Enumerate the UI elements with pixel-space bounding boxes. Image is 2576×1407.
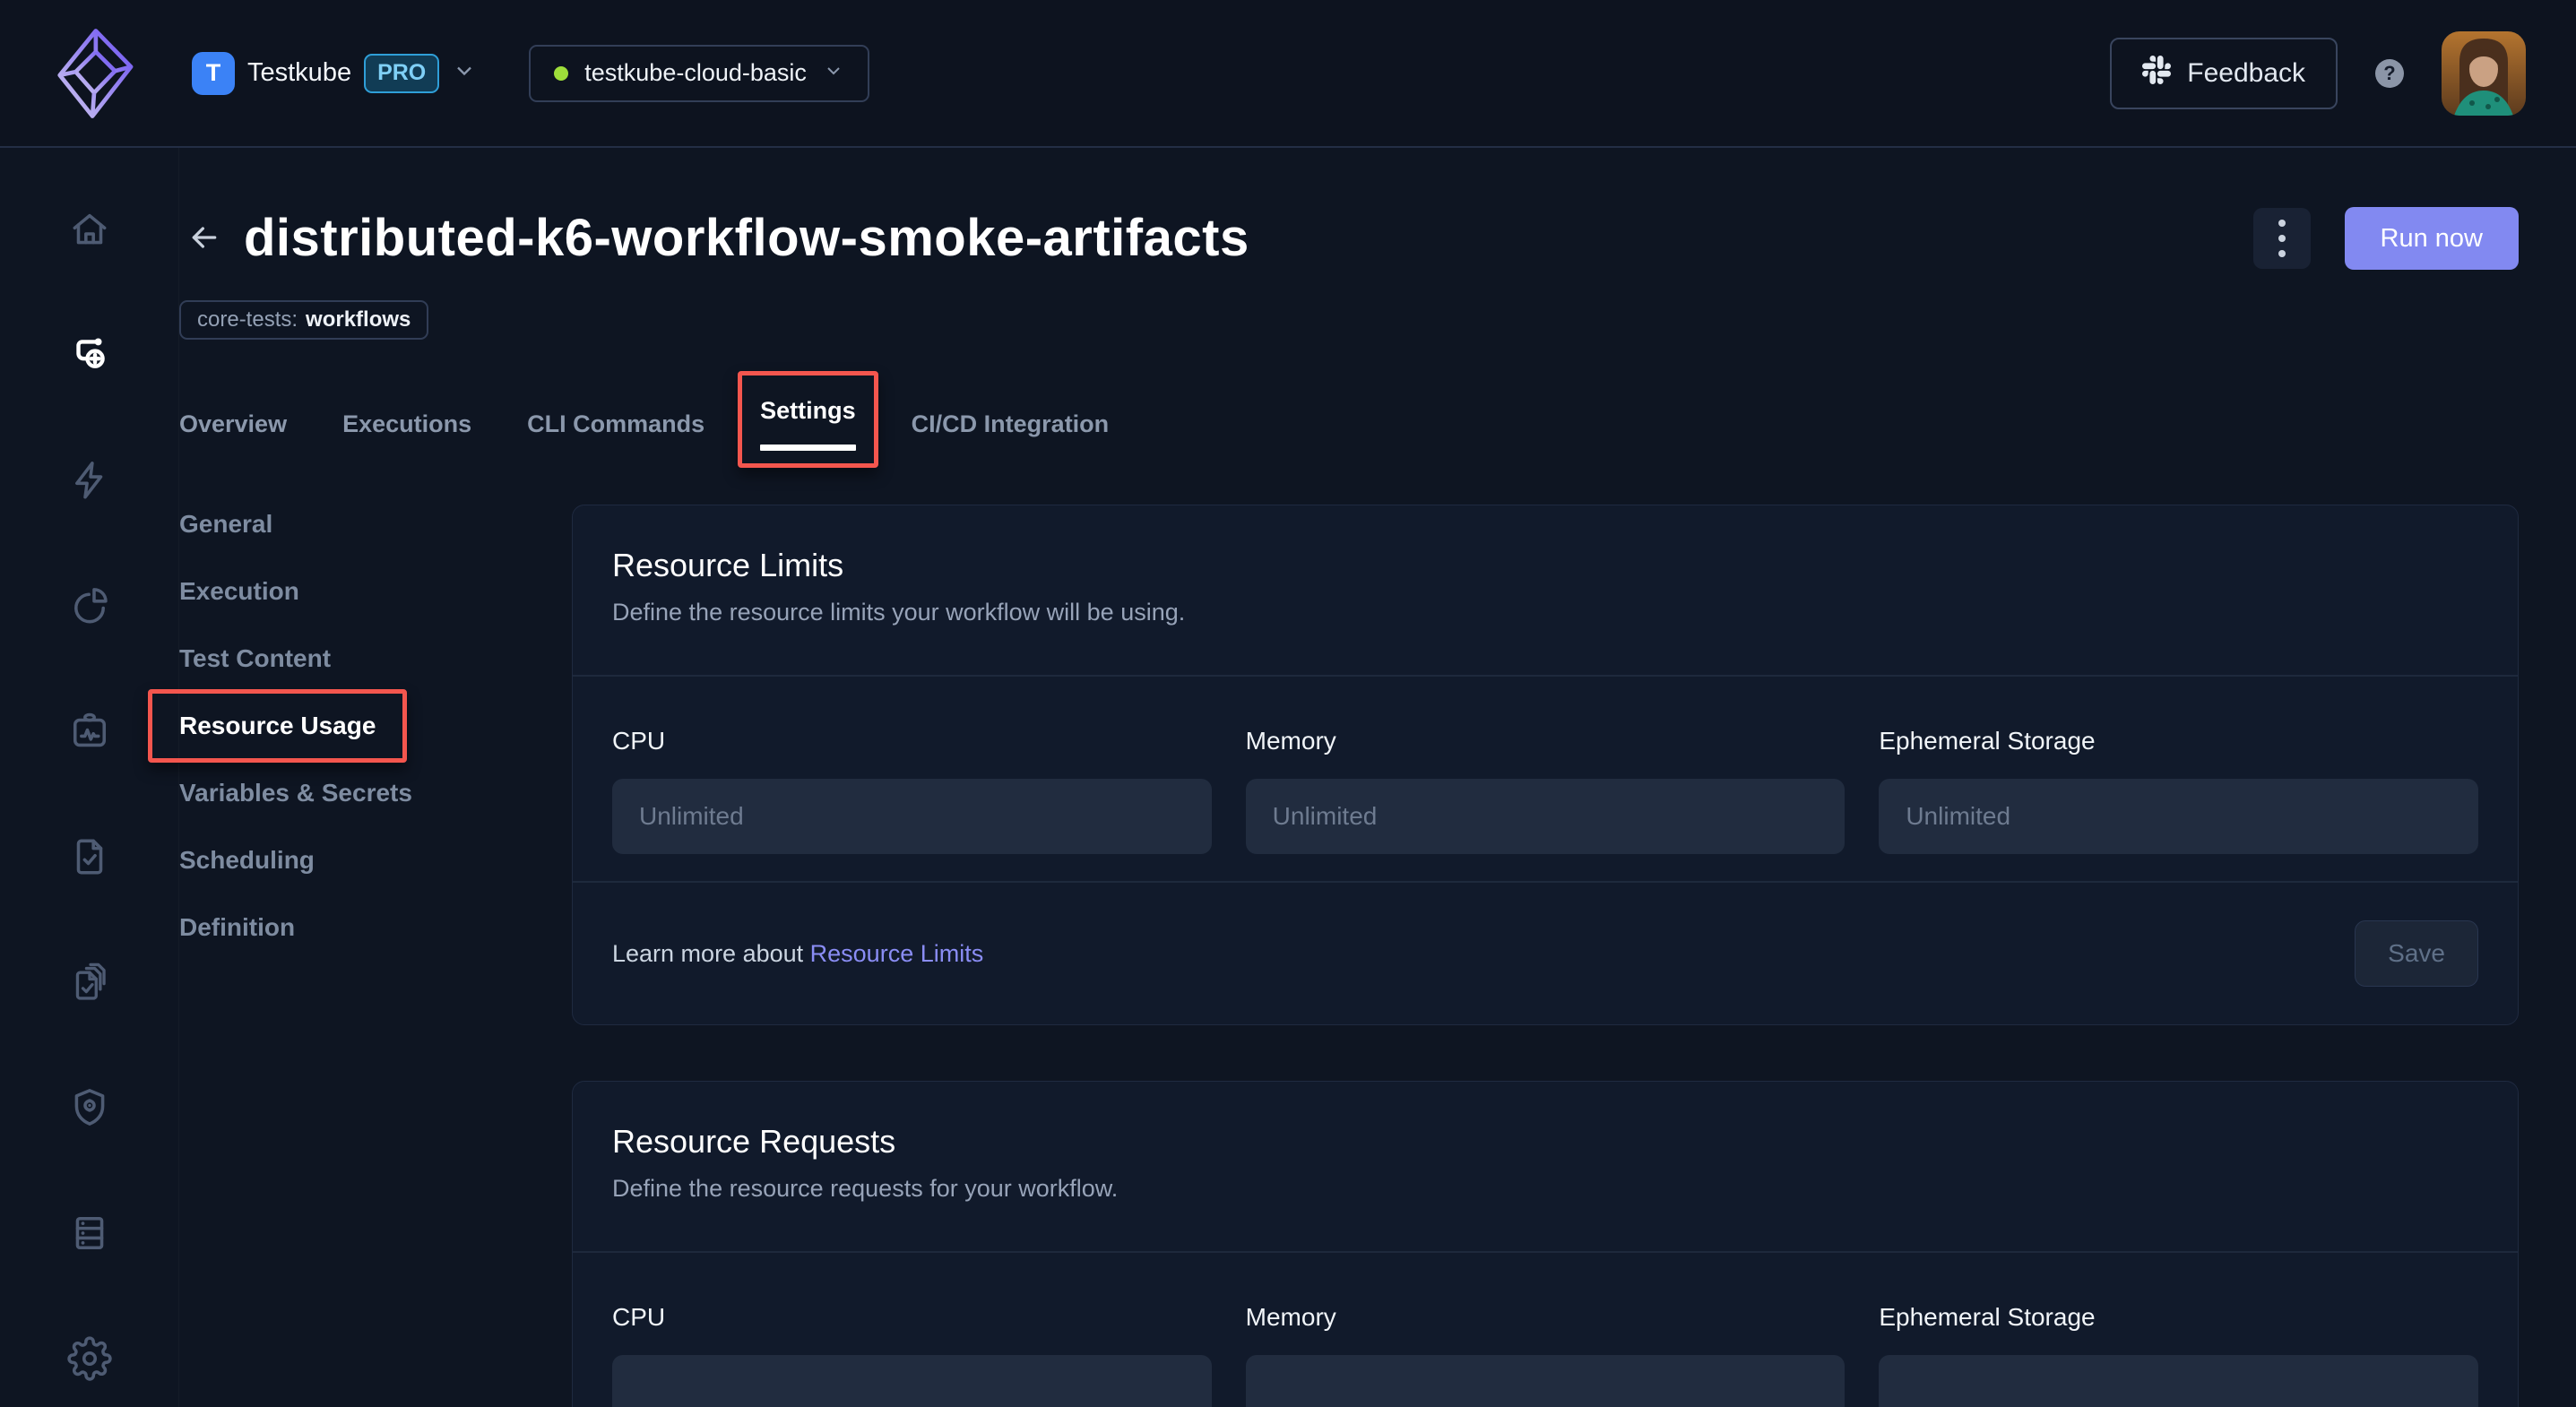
ephemeral-storage-field-group: Ephemeral Storage — [1879, 727, 2478, 854]
cpu-field-group: CPU — [612, 1303, 1212, 1407]
label-value: workflows — [306, 307, 411, 332]
slack-icon — [2142, 56, 2171, 91]
main-content: distributed-k6-workflow-smoke-artifacts … — [179, 148, 2576, 1407]
topbar: T Testkube PRO testkube-cloud-basic — [0, 0, 2576, 148]
user-avatar[interactable] — [2442, 31, 2526, 116]
resource-limits-link[interactable]: Resource Limits — [810, 940, 984, 967]
help-icon[interactable]: ? — [2375, 59, 2404, 88]
tab-cicd-integration[interactable]: CI/CD Integration — [912, 410, 1110, 438]
label-badge: core-tests: workflows — [179, 300, 428, 340]
server-rack-icon[interactable] — [67, 1211, 112, 1256]
cpu-label: CPU — [612, 727, 1212, 755]
card-header: Resource Requests Define the resource re… — [573, 1082, 2518, 1251]
topbar-right: Feedback ? — [2110, 31, 2526, 116]
active-tab-underline — [760, 445, 856, 451]
feedback-button[interactable]: Feedback — [2110, 38, 2338, 109]
cards-column: Resource Limits Define the resource limi… — [572, 505, 2519, 1407]
tab-settings[interactable]: Settings — [760, 397, 856, 425]
tab-cli-commands[interactable]: CLI Commands — [527, 410, 705, 438]
ephemeral-storage-limit-input[interactable] — [1879, 779, 2478, 854]
org-name: Testkube — [247, 58, 351, 88]
settings-nav-execution[interactable]: Execution — [179, 577, 299, 606]
feedback-label: Feedback — [2187, 58, 2305, 89]
memory-label: Memory — [1246, 727, 1846, 755]
ephemeral-storage-label: Ephemeral Storage — [1879, 727, 2478, 755]
settings-nav-test-content[interactable]: Test Content — [179, 644, 331, 673]
card-header: Resource Limits Define the resource limi… — [573, 505, 2518, 675]
settings-nav: General Execution Test Content Resource … — [179, 505, 572, 1407]
card-title: Resource Limits — [612, 547, 2478, 584]
pro-badge: PRO — [364, 54, 439, 93]
settings-nav-variables-secrets[interactable]: Variables & Secrets — [179, 779, 412, 807]
memory-field-group: Memory — [1246, 1303, 1846, 1407]
card-description: Define the resource limits your workflow… — [612, 599, 2478, 626]
kebab-icon — [2278, 220, 2286, 227]
environment-selector[interactable]: testkube-cloud-basic — [529, 45, 869, 102]
chevron-down-icon — [823, 60, 844, 86]
status-dot-icon — [554, 66, 568, 81]
arrow-left-icon — [186, 220, 222, 258]
annotation-box-resource-usage: Resource Usage — [148, 689, 407, 763]
save-button[interactable]: Save — [2355, 920, 2478, 987]
cpu-field-group: CPU — [612, 727, 1212, 854]
lightning-icon[interactable] — [67, 458, 112, 503]
resource-limits-card: Resource Limits Define the resource limi… — [572, 505, 2519, 1025]
memory-label: Memory — [1246, 1303, 1846, 1332]
annotation-box-settings-tab: Settings — [738, 371, 878, 468]
shield-gear-icon[interactable] — [67, 1085, 112, 1130]
pie-chart-icon[interactable] — [67, 583, 112, 628]
back-button[interactable] — [185, 219, 224, 258]
tab-executions[interactable]: Executions — [342, 410, 471, 438]
learn-more-text: Learn more about Resource Limits — [612, 940, 983, 968]
chevron-down-icon — [452, 58, 477, 88]
workflow-add-icon[interactable] — [67, 332, 112, 377]
card-footer: Learn more about Resource Limits Save — [573, 883, 2518, 1024]
cpu-label: CPU — [612, 1303, 1212, 1332]
org-switcher[interactable]: T Testkube PRO — [192, 52, 477, 95]
gear-icon[interactable] — [67, 1336, 112, 1381]
environment-name: testkube-cloud-basic — [584, 59, 807, 87]
card-description: Define the resource requests for your wo… — [612, 1175, 2478, 1203]
settings-nav-definition[interactable]: Definition — [179, 913, 295, 942]
settings-nav-general[interactable]: General — [179, 510, 272, 539]
org-avatar: T — [192, 52, 235, 95]
app-root: T Testkube PRO testkube-cloud-basic — [0, 0, 2576, 1407]
more-options-button[interactable] — [2253, 208, 2311, 269]
ephemeral-storage-field-group: Ephemeral Storage — [1879, 1303, 2478, 1407]
sidebar — [0, 148, 179, 1407]
help-glyph: ? — [2383, 62, 2395, 85]
ephemeral-storage-request-input[interactable] — [1879, 1355, 2478, 1407]
ephemeral-storage-label: Ephemeral Storage — [1879, 1303, 2478, 1332]
settings-nav-scheduling[interactable]: Scheduling — [179, 846, 315, 875]
home-icon[interactable] — [67, 207, 112, 252]
testkube-logo-icon[interactable] — [41, 21, 147, 126]
card-title: Resource Requests — [612, 1123, 2478, 1161]
documents-stack-icon[interactable] — [67, 960, 112, 1005]
tab-overview[interactable]: Overview — [179, 410, 287, 438]
memory-field-group: Memory — [1246, 727, 1846, 854]
card-fields: CPU Memory Ephemeral Storage — [573, 677, 2518, 881]
resource-requests-card: Resource Requests Define the resource re… — [572, 1081, 2519, 1407]
monitor-pulse-icon[interactable] — [67, 709, 112, 754]
tabs-bar: Overview Executions CLI Commands Setting… — [179, 397, 2519, 451]
run-now-button[interactable]: Run now — [2345, 207, 2519, 270]
header-actions: Run now — [2253, 207, 2519, 270]
document-check-icon[interactable] — [67, 834, 112, 879]
label-key: core-tests: — [197, 307, 298, 332]
memory-request-input[interactable] — [1246, 1355, 1846, 1407]
card-fields: CPU Memory Ephemeral Storage — [573, 1253, 2518, 1407]
memory-limit-input[interactable] — [1246, 779, 1846, 854]
cpu-request-input[interactable] — [612, 1355, 1212, 1407]
page-header: distributed-k6-workflow-smoke-artifacts … — [179, 207, 2519, 270]
page-title: distributed-k6-workflow-smoke-artifacts — [244, 208, 1249, 269]
settings-content: General Execution Test Content Resource … — [179, 505, 2519, 1407]
body-row: distributed-k6-workflow-smoke-artifacts … — [0, 148, 2576, 1407]
settings-nav-resource-usage[interactable]: Resource Usage — [179, 712, 376, 739]
cpu-limit-input[interactable] — [612, 779, 1212, 854]
